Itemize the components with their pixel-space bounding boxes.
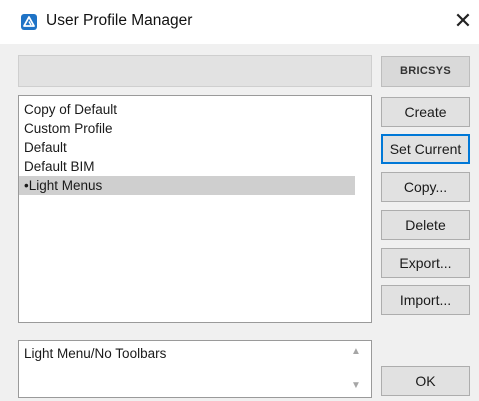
header-band: [18, 55, 372, 87]
profile-item-label: Light Menus: [28, 178, 103, 193]
bricsys-logo: BRICSYS: [381, 56, 470, 87]
set-current-button[interactable]: Set Current: [381, 134, 470, 164]
profile-item-default[interactable]: Default: [19, 138, 355, 157]
chevron-up-icon[interactable]: ▲: [349, 345, 363, 359]
chevron-down-icon[interactable]: ▼: [349, 379, 363, 393]
profile-item-custom-profile[interactable]: Custom Profile: [19, 119, 355, 138]
profile-item-light-menus[interactable]: •Light Menus: [19, 176, 355, 195]
profile-item-default-bim[interactable]: Default BIM: [19, 157, 355, 176]
create-button[interactable]: Create: [381, 97, 470, 127]
profile-description: Light Menu/No Toolbars: [24, 346, 167, 361]
window-title: User Profile Manager: [46, 12, 193, 29]
close-button[interactable]: ✕: [447, 4, 479, 38]
profile-description-box[interactable]: Light Menu/No Toolbars ▲ ▼: [18, 340, 372, 398]
ok-button[interactable]: OK: [381, 366, 470, 396]
profile-item-copy-of-default[interactable]: Copy of Default: [19, 100, 355, 119]
import-button[interactable]: Import...: [381, 285, 470, 315]
title-bar: User Profile Manager ✕: [0, 0, 479, 44]
copy-button[interactable]: Copy...: [381, 172, 470, 202]
app-icon: [21, 14, 37, 30]
profile-listbox[interactable]: Copy of Default Custom Profile Default D…: [18, 95, 372, 323]
export-button[interactable]: Export...: [381, 248, 470, 278]
delete-button[interactable]: Delete: [381, 210, 470, 240]
